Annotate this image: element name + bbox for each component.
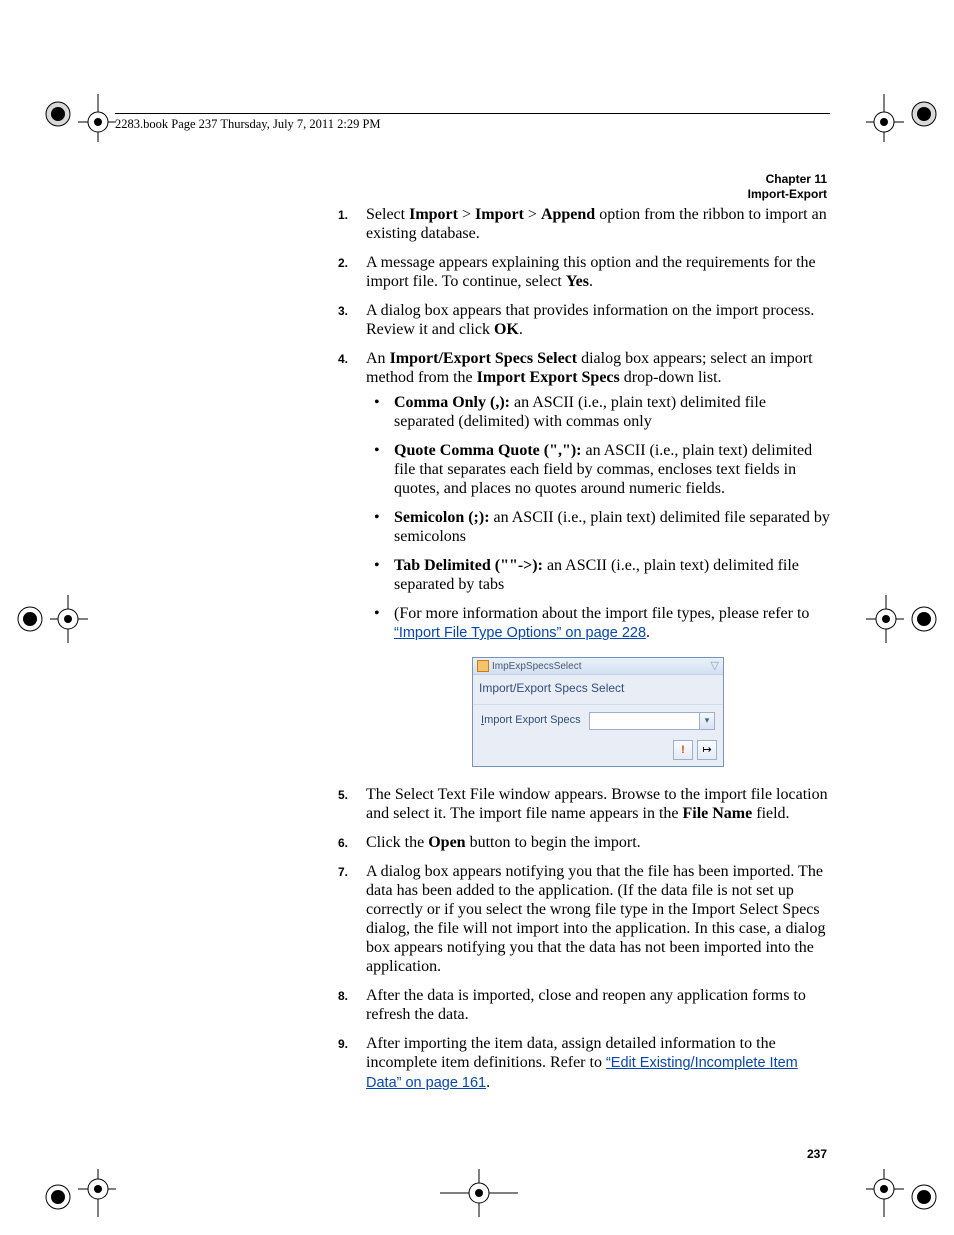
step-number: 8. [338, 987, 348, 1006]
step-number: 7. [338, 863, 348, 882]
dialog-app-icon [477, 660, 489, 672]
crop-mark [38, 94, 116, 142]
dialog-field-label: Import Export Specs [481, 711, 581, 730]
step-number: 4. [338, 350, 348, 369]
bullet-icon: • [374, 441, 380, 460]
crop-mark [866, 595, 944, 643]
step-number: 2. [338, 254, 348, 273]
bullet-quote-comma-quote: •Quote Comma Quote (","): an ASCII (i.e.… [366, 441, 830, 498]
bullet-icon: • [374, 508, 380, 527]
step-3: 3. A dialog box appears that provides in… [338, 301, 830, 339]
step-number: 5. [338, 786, 348, 805]
chapter-title: Import-Export [748, 187, 827, 202]
bullet-comma-only: •Comma Only (,): an ASCII (i.e., plain t… [366, 393, 830, 431]
step-4: 4. An Import/Export Specs Select dialog … [338, 349, 830, 767]
crop-mark [10, 595, 88, 643]
chapter-heading: Chapter 11 Import-Export [748, 172, 827, 202]
crop-mark [440, 1169, 518, 1217]
running-head: 2283.book Page 237 Thursday, July 7, 201… [115, 117, 381, 132]
step-1: 1. Select Import > Import > Append optio… [338, 205, 830, 243]
dialog-header: Import/Export Specs Select [473, 675, 723, 705]
dialog-screenshot: ImpExpSpecsSelect ▽ Import/Export Specs … [366, 657, 830, 767]
bullet-icon: • [374, 393, 380, 412]
step-number: 9. [338, 1035, 348, 1054]
dialog-exit-button[interactable]: ↦ [697, 740, 717, 760]
bullet-more-info: •(For more information about the import … [366, 604, 830, 643]
bullet-tab-delimited: •Tab Delimited (""->): an ASCII (i.e., p… [366, 556, 830, 594]
dialog-alert-button[interactable]: ! [673, 740, 693, 760]
bullet-semicolon: •Semicolon (;): an ASCII (i.e., plain te… [366, 508, 830, 546]
import-export-specs-dropdown[interactable]: ▾ [589, 712, 715, 730]
step-number: 6. [338, 834, 348, 853]
step-number: 1. [338, 206, 348, 225]
crop-mark [866, 94, 944, 142]
dropdown-value[interactable] [589, 712, 699, 730]
body-content: 1. Select Import > Import > Append optio… [338, 205, 830, 1103]
step-number: 3. [338, 302, 348, 321]
step-2: 2. A message appears explaining this opt… [338, 253, 830, 291]
dialog-close-icon[interactable]: ▽ [711, 657, 719, 676]
step-6: 6. Click the Open button to begin the im… [338, 833, 830, 852]
link-import-file-type-options[interactable]: “Import File Type Options” on page 228 [394, 625, 646, 641]
chevron-down-icon[interactable]: ▾ [699, 712, 715, 730]
crop-mark [866, 1169, 944, 1217]
crop-mark [38, 1169, 116, 1217]
step-5: 5. The Select Text File window appears. … [338, 785, 830, 823]
imp-exp-specs-select-dialog: ImpExpSpecsSelect ▽ Import/Export Specs … [472, 657, 724, 767]
page-number: 237 [807, 1147, 827, 1161]
step-7: 7. A dialog box appears notifying you th… [338, 862, 830, 976]
dialog-window-title: ImpExpSpecsSelect [492, 657, 582, 676]
step-8: 8. After the data is imported, close and… [338, 986, 830, 1024]
header-rule [115, 113, 830, 114]
chapter-number: Chapter 11 [748, 172, 827, 187]
bullet-icon: • [374, 556, 380, 575]
step-9: 9. After importing the item data, assign… [338, 1034, 830, 1093]
dialog-titlebar: ImpExpSpecsSelect ▽ [473, 658, 723, 675]
bullet-icon: • [374, 604, 380, 623]
